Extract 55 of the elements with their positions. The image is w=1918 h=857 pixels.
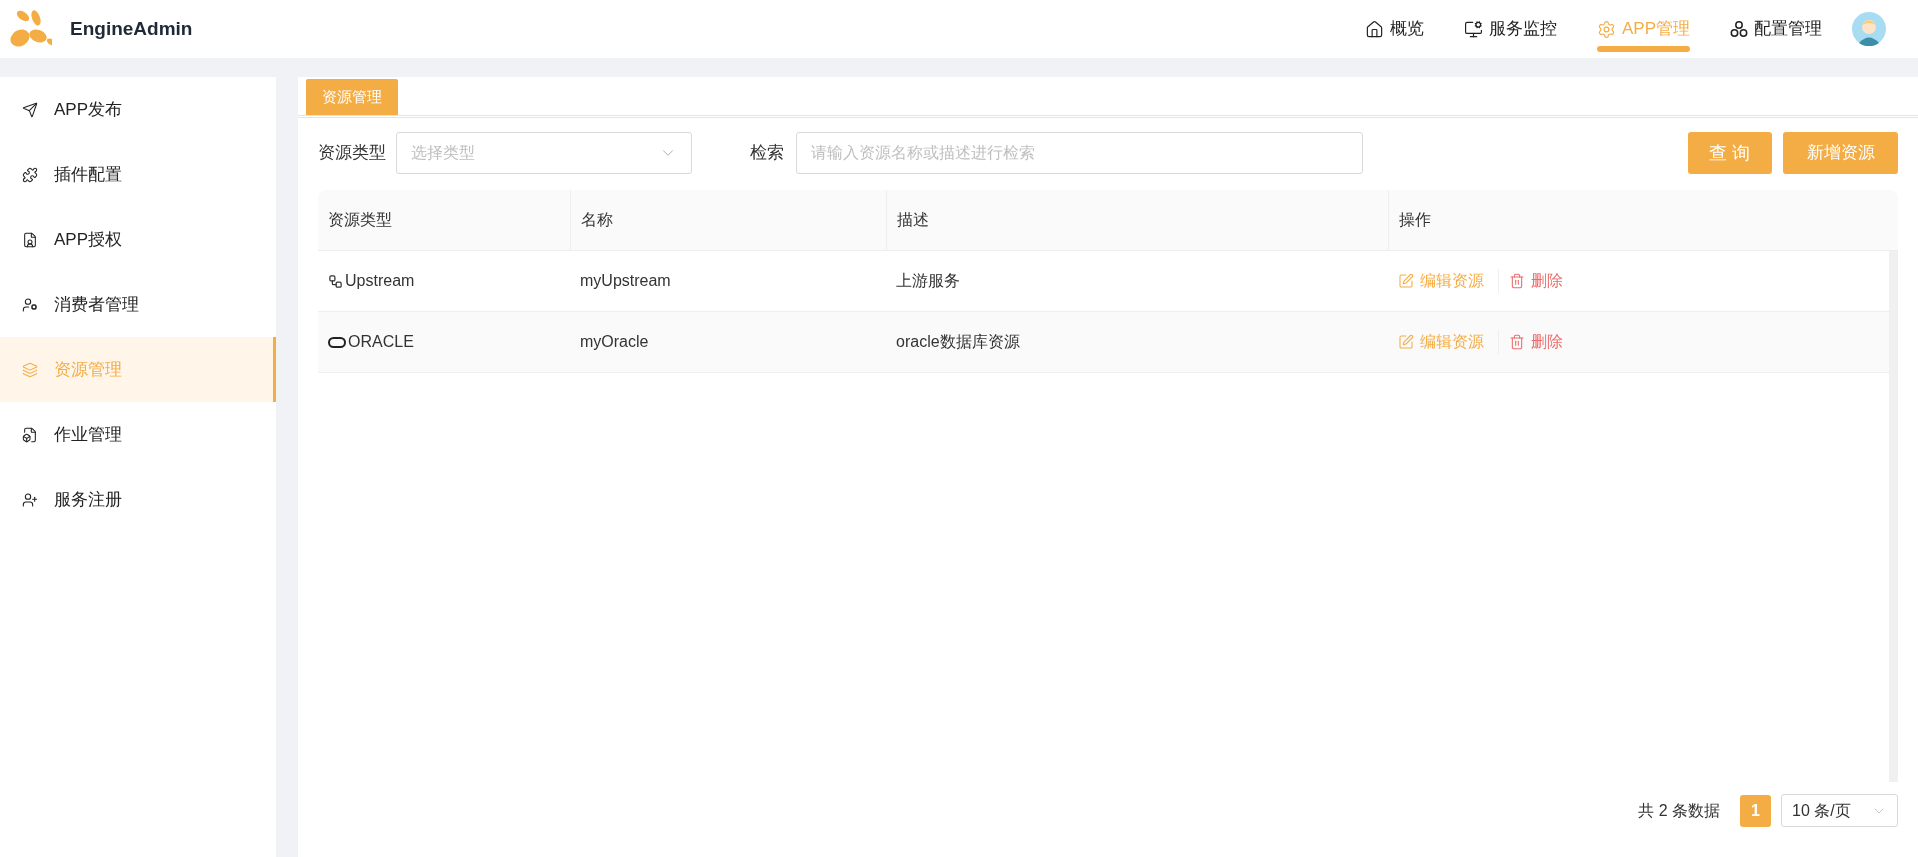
table-cell-text: ORACLE xyxy=(348,332,414,352)
sidebar-item[interactable]: 服务注册 xyxy=(0,467,276,532)
layers-icon xyxy=(22,361,38,378)
type-select[interactable]: 选择类型 xyxy=(396,132,692,174)
search-field[interactable]: 请输入资源名称或描述进行检索 xyxy=(796,132,1363,174)
user-plus-icon xyxy=(22,491,38,508)
table-cell: oracle数据库资源 xyxy=(896,333,1020,350)
edit-icon xyxy=(1398,334,1414,350)
delete-link[interactable]: 删除 xyxy=(1499,269,1563,293)
table-cell: myOracle xyxy=(580,333,649,350)
send-icon xyxy=(22,101,38,118)
avatar[interactable] xyxy=(1852,12,1886,46)
type-label: 资源类型 xyxy=(318,142,386,165)
puzzle-icon xyxy=(22,166,38,183)
nav-tab[interactable]: APP管理 xyxy=(1596,0,1690,58)
sidebar-item[interactable]: APP发布 xyxy=(0,77,276,142)
column-header: 名称 xyxy=(580,210,614,230)
search-label: 检索 xyxy=(750,142,784,165)
sidebar-item[interactable]: 资源管理 xyxy=(0,337,276,402)
home-icon xyxy=(1364,19,1384,39)
delete-icon xyxy=(1509,334,1525,350)
gear-icon xyxy=(1596,19,1616,39)
user-gear-icon xyxy=(22,296,38,313)
total-count: 共 2 条数据 xyxy=(1638,800,1720,821)
sidebar-item[interactable]: APP授权 xyxy=(0,207,276,272)
edit-link[interactable]: 编辑资源 xyxy=(1398,269,1499,293)
brand-name: EngineAdmin xyxy=(70,16,193,41)
nav-tab[interactable]: 服务监控 xyxy=(1463,0,1557,58)
delete-icon xyxy=(1509,273,1525,289)
file-box-icon xyxy=(22,426,38,443)
add-resource-button[interactable]: 新增资源 xyxy=(1783,132,1898,174)
column-header: 操作 xyxy=(1398,210,1432,230)
file-user-icon xyxy=(22,231,38,248)
sidebar-item[interactable]: 消费者管理 xyxy=(0,272,276,337)
delete-link[interactable]: 删除 xyxy=(1499,330,1563,354)
table-cell: 上游服务 xyxy=(896,272,960,289)
edit-link[interactable]: 编辑资源 xyxy=(1398,330,1499,354)
table-cell: myUpstream xyxy=(580,272,671,289)
table-cell-text: Upstream xyxy=(345,271,415,291)
column-header: 描述 xyxy=(896,210,930,230)
page-size-select[interactable]: 10 条/页 xyxy=(1781,794,1898,827)
oracle-icon xyxy=(328,336,346,348)
sidebar-item[interactable]: 作业管理 xyxy=(0,402,276,467)
column-header: 资源类型 xyxy=(327,210,393,230)
sidebar-item[interactable]: 插件配置 xyxy=(0,142,276,207)
page-button[interactable]: 1 xyxy=(1740,794,1771,827)
nodes-icon xyxy=(328,273,343,289)
nav-tab[interactable]: 配置管理 xyxy=(1730,0,1822,58)
nav-tab[interactable]: 概览 xyxy=(1364,0,1424,58)
edit-icon xyxy=(1398,273,1414,289)
circles-icon xyxy=(1730,20,1748,38)
logo-icon xyxy=(8,8,52,50)
monitor-icon xyxy=(1463,19,1483,39)
page-tab[interactable]: 资源管理 xyxy=(306,79,398,115)
query-button[interactable]: 查 询 xyxy=(1688,132,1772,174)
